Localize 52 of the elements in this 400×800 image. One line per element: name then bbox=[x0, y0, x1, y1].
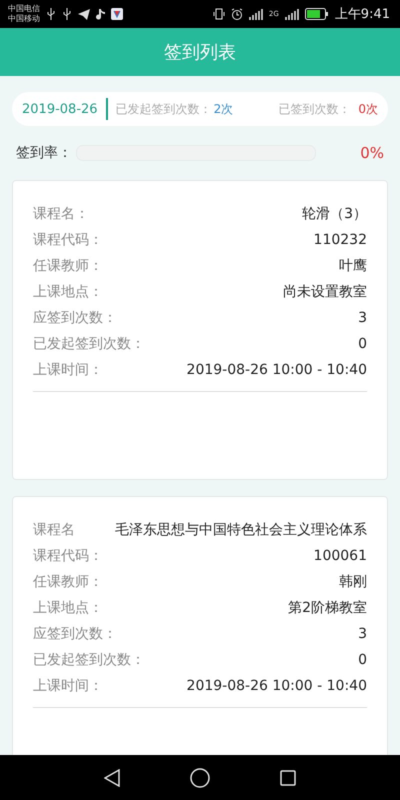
recent-apps-icon[interactable] bbox=[280, 770, 296, 786]
usb-icon bbox=[62, 8, 72, 20]
music-note-icon bbox=[96, 8, 105, 20]
signal-icon bbox=[284, 8, 299, 20]
started-count-label: 已发起签到次数： bbox=[116, 100, 212, 118]
field-value: 叶鹰 bbox=[339, 257, 367, 275]
started-count: 2次 bbox=[214, 100, 234, 118]
page-title: 签到列表 bbox=[164, 41, 236, 64]
field-label: 任课教师： bbox=[33, 573, 103, 591]
field-value: 第2阶梯教室 bbox=[288, 599, 367, 617]
clock-time: 上午9:41 bbox=[334, 6, 390, 23]
field-value: 3 bbox=[358, 626, 367, 642]
app-icon bbox=[111, 8, 123, 20]
field-value: 0 bbox=[358, 336, 367, 352]
signal-icon bbox=[248, 8, 263, 20]
home-icon[interactable] bbox=[190, 768, 210, 788]
back-icon[interactable] bbox=[104, 768, 120, 786]
signed-count: 0次 bbox=[358, 100, 378, 118]
rate-label: 签到率： bbox=[16, 144, 72, 162]
field-label: 上课时间： bbox=[33, 361, 103, 379]
field-label: 上课地点： bbox=[33, 283, 103, 301]
field-label: 课程代码： bbox=[33, 547, 103, 565]
field-value: 0 bbox=[358, 652, 367, 668]
field-label: 上课地点： bbox=[33, 599, 103, 617]
field-value: 2019-08-26 10:00 - 10:40 bbox=[186, 678, 367, 694]
carrier-name: 中国电信 bbox=[8, 4, 40, 14]
field-label: 应签到次数： bbox=[33, 625, 117, 643]
field-label: 课程名 bbox=[33, 521, 75, 539]
usb-icon bbox=[46, 8, 56, 20]
field-value: 2019-08-26 10:00 - 10:40 bbox=[186, 362, 367, 378]
paper-plane-icon bbox=[78, 8, 90, 20]
field-label: 任课教师： bbox=[33, 257, 103, 275]
field-label: 已发起签到次数： bbox=[33, 335, 145, 353]
field-value: 110232 bbox=[314, 232, 367, 248]
field-value: 尚未设置教室 bbox=[283, 283, 367, 301]
alarm-clock-icon bbox=[230, 8, 243, 20]
field-label: 应签到次数： bbox=[33, 309, 117, 327]
rate-value: 0% bbox=[360, 144, 384, 162]
field-label: 已发起签到次数： bbox=[33, 651, 145, 669]
field-label: 课程代码： bbox=[33, 231, 103, 249]
field-label: 课程名： bbox=[33, 205, 89, 223]
field-value: 毛泽东思想与中国特色社会主义理论体系 bbox=[115, 521, 367, 539]
signed-count-label: 已签到次数： bbox=[278, 100, 350, 118]
field-value: 100061 bbox=[314, 548, 367, 564]
field-value: 韩刚 bbox=[339, 573, 367, 591]
field-value: 3 bbox=[358, 310, 367, 326]
vibrate-icon bbox=[212, 8, 225, 20]
date-text: 2019-08-26 bbox=[22, 102, 98, 116]
battery-icon bbox=[304, 8, 329, 20]
field-label: 上课时间： bbox=[33, 677, 103, 695]
field-value: 轮滑（3） bbox=[302, 205, 367, 223]
carrier-name: 中国移动 bbox=[8, 14, 40, 24]
